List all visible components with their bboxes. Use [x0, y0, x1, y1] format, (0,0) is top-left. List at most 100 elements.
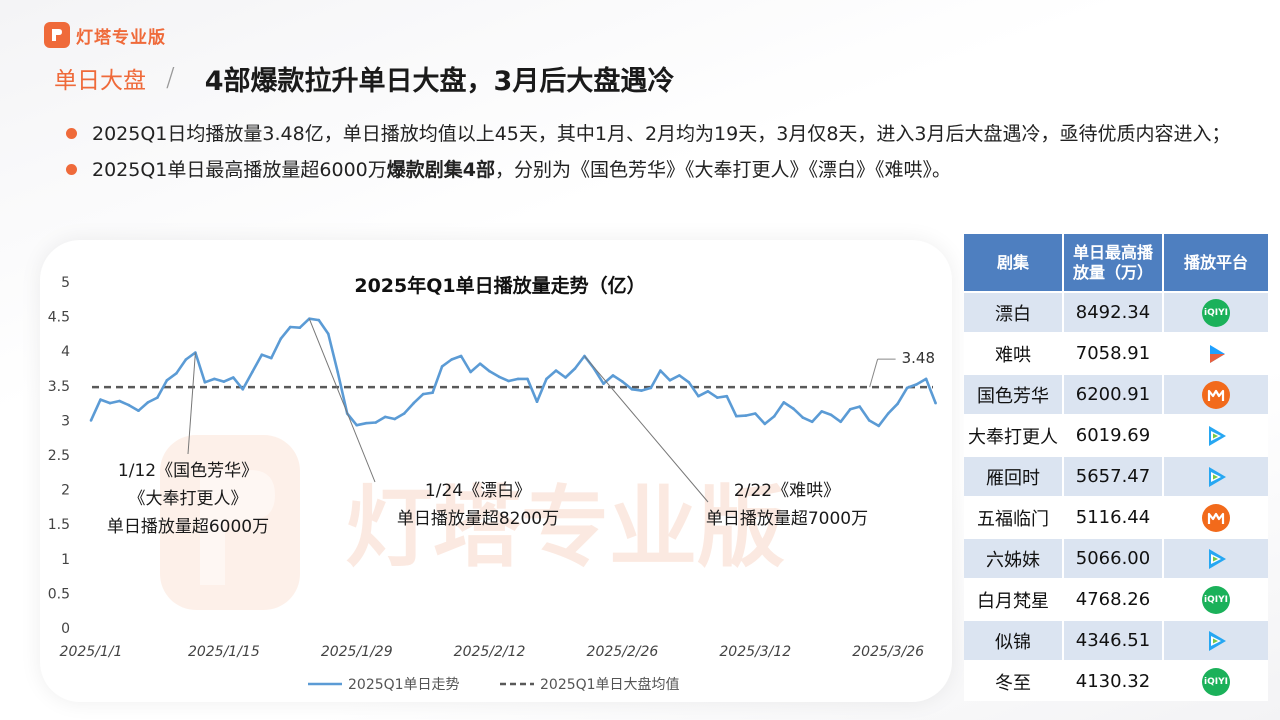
- summary-bullets: 2025Q1日均播放量3.48亿，单日播放均值以上45天，其中1月、2月均为19…: [64, 116, 1264, 188]
- data-point: [896, 402, 899, 406]
- data-point: [317, 318, 321, 322]
- title-separator: /: [166, 63, 175, 93]
- drama-name: 难哄: [964, 332, 1064, 373]
- data-point: [744, 414, 748, 417]
- drama-name: 大奉打更人: [964, 414, 1064, 455]
- peak-value: 5066.00: [1064, 537, 1164, 578]
- table-header-value: 单日最高播 放量（万）: [1064, 234, 1164, 291]
- data-point: [488, 370, 491, 373]
- y-tick-label: 5: [61, 275, 70, 291]
- iqiyi-icon: iQIYI: [1202, 585, 1230, 614]
- data-point: [478, 362, 482, 365]
- data-point: [526, 377, 529, 381]
- data-point: [573, 367, 577, 370]
- table-row: 冬至 4130.32 iQIYI: [964, 660, 1268, 701]
- peak-value: 6019.69: [1064, 414, 1164, 455]
- bullet-item: 2025Q1日均播放量3.48亿，单日播放均值以上45天，其中1月、2月均为19…: [64, 116, 1264, 152]
- iqiyi-icon: iQIYI: [1202, 298, 1230, 327]
- bullet-text-post: ，分别为《国色芳华》《大奉打更人》《漂白》《难哄》。: [495, 159, 952, 181]
- data-point: [184, 358, 188, 361]
- data-point: [668, 379, 672, 382]
- data-point: [327, 332, 330, 336]
- data-point: [421, 392, 425, 396]
- data-point: [251, 370, 254, 374]
- tencent-video-icon: [1202, 545, 1230, 573]
- line-chart: 灯塔专业版 2025年Q1单日播放量走势（亿） 00.511.522.533.5…: [48, 274, 937, 693]
- peak-value: 4130.32: [1064, 660, 1164, 701]
- data-point: [459, 354, 463, 358]
- data-point: [137, 409, 140, 412]
- data-point: [716, 396, 719, 399]
- tencent-video-icon: [1202, 627, 1230, 655]
- table-row: 漂白 8492.34 iQIYI: [964, 291, 1268, 332]
- data-point: [469, 370, 472, 374]
- data-point: [99, 398, 102, 401]
- annotation-text: 单日播放量超6000万: [107, 517, 269, 537]
- data-point: [934, 401, 937, 405]
- y-tick-label: 0: [61, 621, 70, 637]
- x-tick-label: 2025/1/29: [321, 644, 393, 660]
- x-tick-label: 2025/2/26: [587, 644, 659, 660]
- data-point: [355, 423, 359, 427]
- peak-value: 6200.91: [1064, 373, 1164, 414]
- chart-legend: 2025Q1单日走势 2025Q1单日大盘均值: [308, 676, 680, 693]
- data-point: [877, 424, 880, 428]
- data-point: [118, 399, 121, 403]
- y-tick-label: 3: [61, 413, 70, 429]
- peak-value: 8492.34: [1064, 291, 1164, 332]
- platform-cell: [1164, 537, 1268, 578]
- data-point: [602, 382, 605, 385]
- data-point: [289, 325, 292, 329]
- table-header-value-line1: 单日最高播: [1072, 242, 1153, 262]
- legend-label-average: 2025Q1单日大盘均值: [540, 676, 680, 693]
- data-point: [336, 370, 340, 374]
- data-point: [649, 386, 653, 390]
- drama-name: 漂白: [964, 291, 1064, 332]
- lighthouse-icon: [44, 22, 70, 48]
- data-point: [697, 394, 700, 398]
- table-header-value-line2: 放量（万）: [1072, 262, 1153, 282]
- platform-cell: iQIYI: [1164, 291, 1268, 332]
- y-axis: 0 0.5 1 1.5 2 2.5 3 3.5 4 4.5 5: [48, 275, 70, 637]
- data-point: [915, 383, 918, 386]
- annotation-text: 2/22《难哄》: [734, 481, 840, 501]
- tencent-video-icon: [1202, 422, 1230, 450]
- platform-cell: [1164, 619, 1268, 660]
- iqiyi-icon: iQIYI: [1202, 667, 1230, 696]
- data-point: [222, 380, 226, 383]
- data-point: [763, 422, 767, 426]
- drama-name: 六姊妹: [964, 537, 1064, 578]
- y-tick-label: 4.5: [48, 310, 70, 326]
- drama-name: 五福临门: [964, 496, 1064, 537]
- data-point: [792, 407, 795, 410]
- data-point: [431, 391, 434, 394]
- data-points: [89, 317, 937, 428]
- data-point: [175, 372, 178, 375]
- platform-cell: [1164, 496, 1268, 537]
- tencent-video-icon: [1202, 463, 1230, 491]
- peak-value: 4346.51: [1064, 619, 1164, 660]
- data-point: [611, 374, 615, 377]
- y-tick-label: 1.5: [48, 517, 70, 533]
- platform-cell: [1164, 414, 1268, 455]
- data-point: [165, 379, 169, 382]
- x-tick-label: 2025/1/1: [60, 644, 123, 660]
- drama-name: 冬至: [964, 660, 1064, 701]
- data-point: [270, 356, 273, 360]
- data-point: [867, 419, 871, 422]
- peak-value: 5116.44: [1064, 496, 1164, 537]
- annotation-text: 1/24《漂白》: [425, 481, 531, 501]
- bullet-text: 2025Q1日均播放量3.48亿，单日播放均值以上45天，其中1月、2月均为19…: [92, 123, 1231, 145]
- average-label-leader: [869, 359, 879, 388]
- table-row: 似锦 4346.51: [964, 619, 1268, 660]
- data-point: [621, 380, 624, 383]
- data-point: [564, 376, 567, 379]
- platform-cell: iQIYI: [1164, 578, 1268, 619]
- data-point: [820, 410, 823, 413]
- data-point: [497, 375, 501, 379]
- x-tick-label: 2025/2/12: [454, 644, 526, 660]
- data-point: [810, 420, 814, 424]
- brand-logo: 灯塔专业版: [44, 22, 166, 48]
- data-point: [374, 421, 378, 424]
- data-point: [829, 413, 833, 417]
